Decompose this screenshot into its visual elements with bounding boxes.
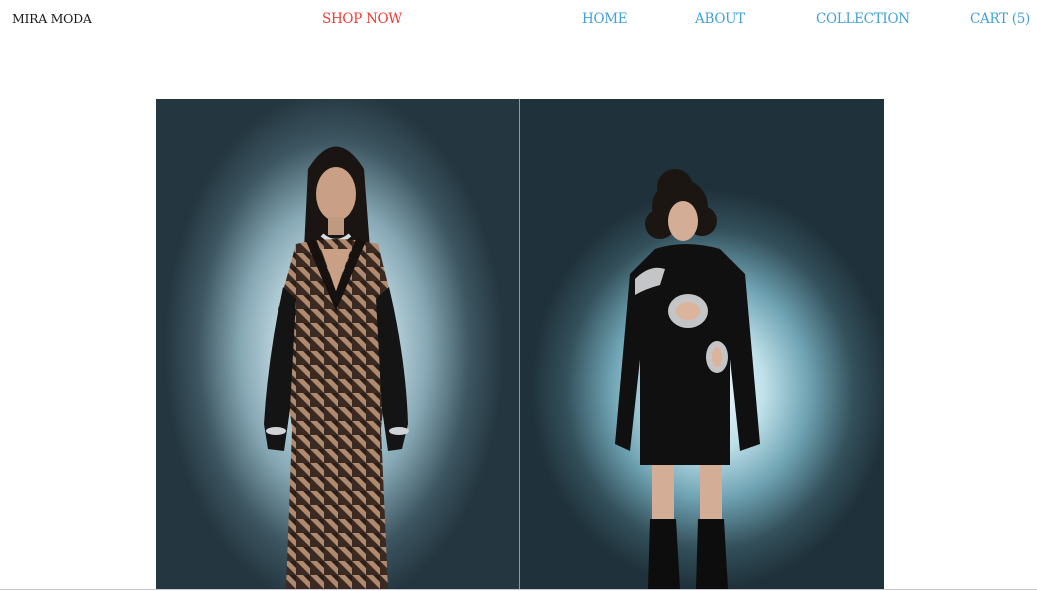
nav-about-link[interactable]: ABOUT [695, 11, 745, 27]
model-photo-left[interactable] [156, 99, 519, 589]
nav-cart-link[interactable]: CART (5) [970, 11, 1030, 27]
shop-now-link[interactable]: SHOP NOW [322, 11, 402, 27]
model-figure-left [264, 146, 409, 589]
model-figure-right [615, 169, 760, 589]
hero-gallery [156, 99, 884, 589]
nav-collection-link[interactable]: COLLECTION [816, 11, 910, 27]
brand-logo[interactable]: MIRA MODA [12, 11, 92, 26]
nav-home-link[interactable]: HOME [582, 11, 628, 27]
page-bottom-divider [0, 589, 1037, 590]
model-photo-right[interactable] [520, 99, 884, 589]
top-nav: MIRA MODA SHOP NOW HOME ABOUT COLLECTION… [0, 0, 1037, 40]
